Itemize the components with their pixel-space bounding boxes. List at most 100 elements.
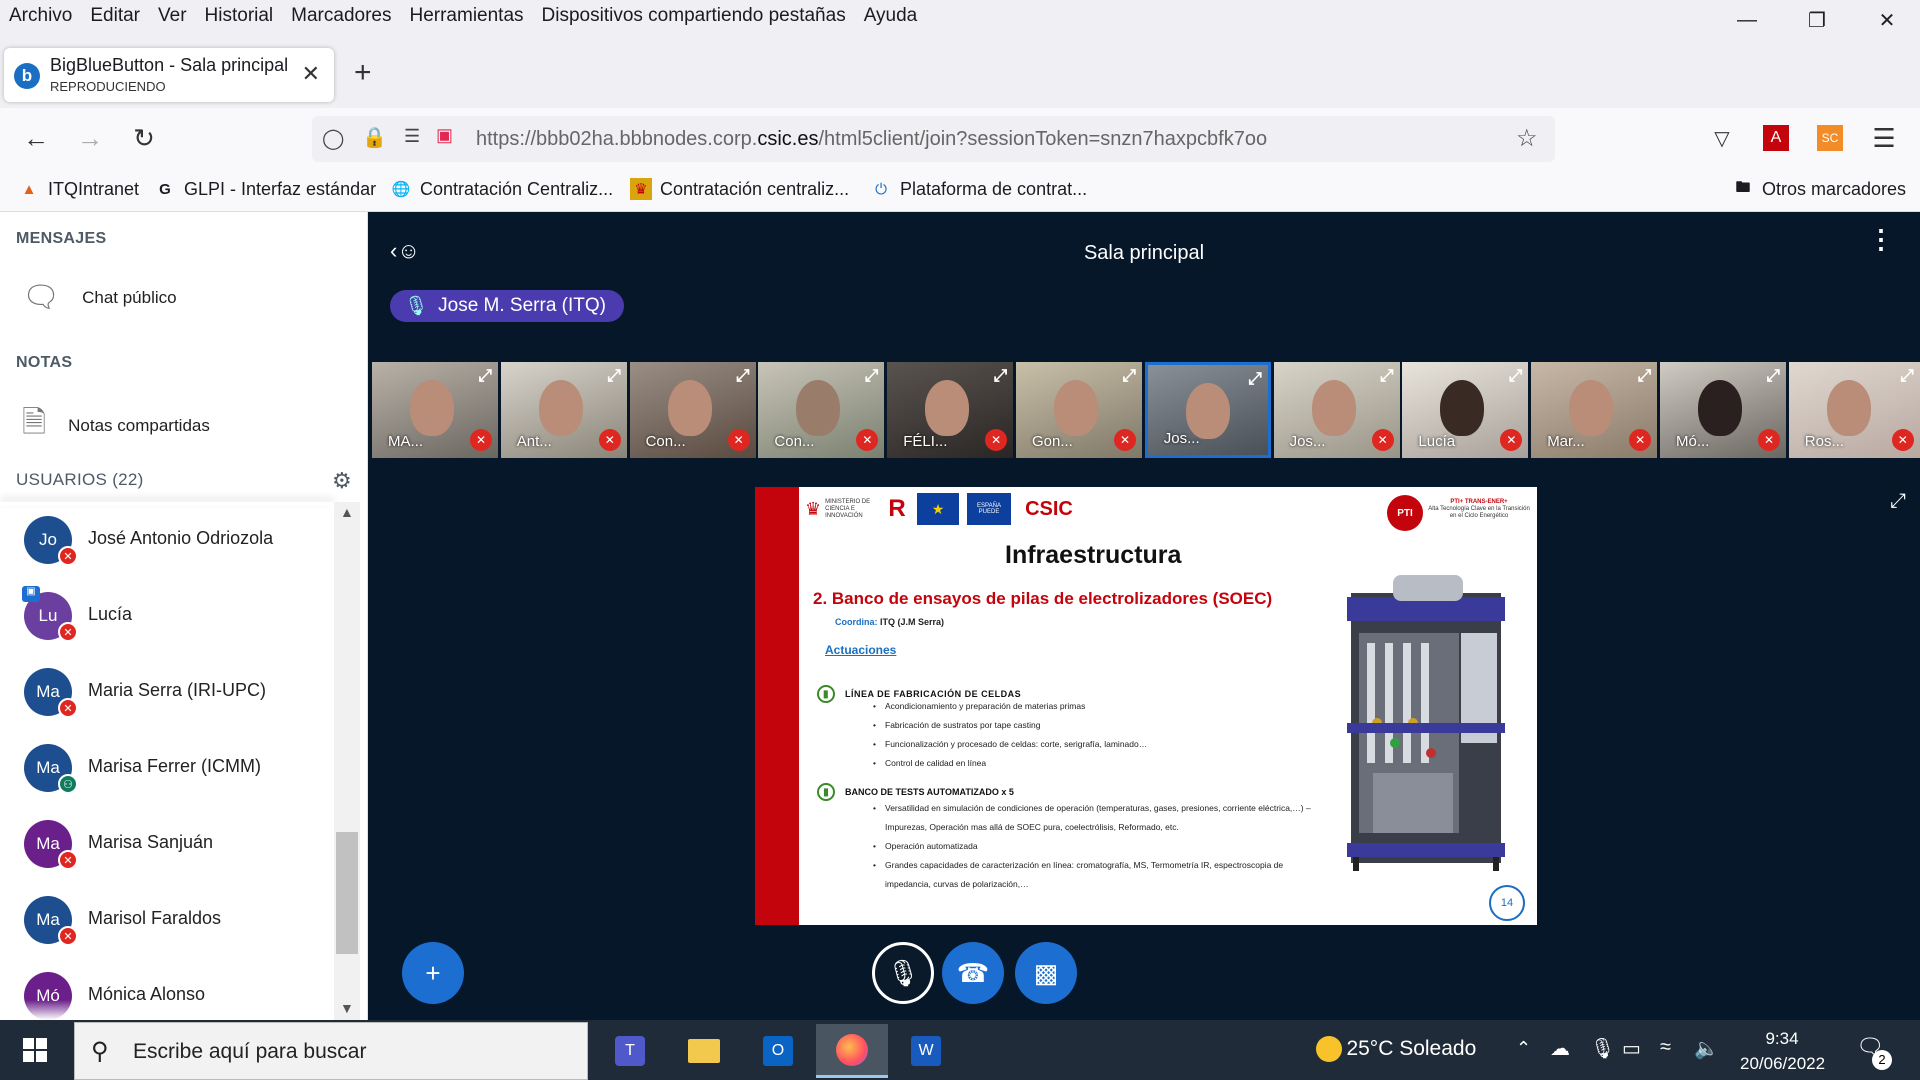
video-name[interactable]: Mó... [1676, 433, 1709, 450]
reload-button[interactable]: ↻ [126, 120, 162, 156]
expand-icon[interactable]: ⤢ [865, 366, 879, 386]
adobe-pdf-icon[interactable]: A [1758, 120, 1794, 156]
video-tile[interactable]: ⤢ MA... ✕ [372, 362, 498, 458]
hamburger-menu-icon[interactable]: ☰ [1866, 120, 1902, 156]
bookmark-itqintranet[interactable]: ▲ ITQIntranet [18, 178, 139, 200]
video-name[interactable]: MA... [388, 433, 423, 450]
file-explorer-icon[interactable] [668, 1024, 740, 1078]
menu-item-marcadores[interactable]: Marcadores [282, 5, 400, 27]
expand-icon[interactable]: ⤢ [1638, 366, 1652, 386]
video-name[interactable]: Lucía [1418, 433, 1455, 450]
pocket-icon[interactable]: ▽ [1704, 120, 1740, 156]
video-name[interactable]: Ros... [1805, 433, 1844, 450]
video-name[interactable]: Con... [646, 433, 686, 450]
video-tile[interactable]: ⤢ Mó... ✕ [1660, 362, 1786, 458]
video-tile[interactable]: ⤢ Ros... ✕ [1788, 362, 1920, 458]
camera-sharing-icon[interactable]: ▣ [436, 125, 453, 146]
firefox-app-icon[interactable] [816, 1024, 888, 1078]
video-tile[interactable]: ⤢ Con... ✕ [629, 362, 756, 458]
menu-item-editar[interactable]: Editar [81, 5, 149, 27]
user-item[interactable]: Ma ✕ Marisa Sanjuán [24, 814, 334, 874]
expand-icon[interactable]: ⤢ [1766, 366, 1780, 386]
lock-icon[interactable]: 🔒 [362, 125, 387, 150]
cloud-icon[interactable]: ☁ [1550, 1036, 1570, 1061]
video-tile-active[interactable]: ⤢ Jos... [1144, 362, 1271, 458]
user-item[interactable]: Ma ✕ Maria Serra (IRI-UPC) [24, 662, 334, 722]
menu-item-herramientas[interactable]: Herramientas [400, 5, 532, 27]
options-menu-icon[interactable]: ⋮ [1868, 226, 1894, 252]
video-tile[interactable]: ⤢ FÉLI... ✕ [887, 362, 1014, 458]
talking-indicator[interactable]: 🎙 Jose M. Serra (ITQ) [390, 290, 624, 322]
microphone-tray-icon[interactable]: 🎙 [1590, 1036, 1615, 1061]
bookmark-star-icon[interactable]: ☆ [1516, 124, 1538, 153]
expand-icon[interactable]: ⤢ [1248, 369, 1262, 389]
shield-icon[interactable]: ◯ [322, 126, 344, 151]
other-bookmarks[interactable]: 🖿 Otros marcadores [1732, 178, 1906, 200]
word-app-icon[interactable]: W [890, 1024, 962, 1078]
weather-widget[interactable]: 25°C Soleado [1316, 1036, 1476, 1062]
bookmark-contratacion-1[interactable]: 🌐 Contratación Centraliz... [390, 178, 613, 200]
mute-microphone-button[interactable]: 🎙 [872, 942, 934, 1004]
phone-audio-button[interactable]: ☎ [942, 942, 1004, 1004]
menu-item-dispositivos-compartiendo-pestañas[interactable]: Dispositivos compartiendo pestañas [533, 5, 855, 27]
close-tab-icon[interactable]: ✕ [302, 61, 320, 87]
user-item[interactable]: Ma ✕ Marisol Faraldos [24, 890, 334, 950]
video-tile[interactable]: ⤢ Mar... ✕ [1531, 362, 1658, 458]
volume-icon[interactable]: 🔈 [1694, 1036, 1719, 1061]
scroll-down-icon[interactable]: ▼ [340, 1000, 354, 1016]
public-chat-item[interactable]: 🗨 Chat público [22, 280, 177, 315]
video-tile[interactable]: ⤢ Ant... ✕ [500, 362, 627, 458]
expand-icon[interactable]: ⤢ [1122, 366, 1136, 386]
menu-item-ayuda[interactable]: Ayuda [855, 5, 927, 27]
video-tile[interactable]: ⤢ Con... ✕ [758, 362, 885, 458]
menu-item-ver[interactable]: Ver [149, 5, 196, 27]
back-button[interactable]: ← [18, 120, 54, 156]
bookmark-plataforma[interactable]: ⏻ Plataforma de contrat... [870, 178, 1087, 200]
new-tab-button[interactable]: + [354, 56, 372, 90]
bookmark-contratacion-2[interactable]: ♛ Contratación centraliz... [630, 178, 849, 200]
video-name[interactable]: Gon... [1032, 433, 1073, 450]
expand-icon[interactable]: ⤢ [994, 366, 1008, 386]
video-name[interactable]: Mar... [1547, 433, 1585, 450]
video-name[interactable]: Jos... [1290, 433, 1326, 450]
expand-icon[interactable]: ⤢ [478, 366, 492, 386]
clock[interactable]: 9:34 20/06/2022 [1740, 1026, 1825, 1076]
wifi-icon[interactable]: ≈ [1660, 1036, 1671, 1059]
expand-icon[interactable]: ⤢ [1900, 366, 1914, 386]
users-scrollbar[interactable]: ▲ ▼ [334, 502, 360, 1020]
user-item[interactable]: Ma ⚇ Marisa Ferrer (ICMM) [24, 738, 334, 798]
expand-icon[interactable]: ⤢ [736, 366, 750, 386]
taskbar-search[interactable]: ⚲ Escribe aquí para buscar [74, 1022, 588, 1080]
expand-icon[interactable]: ⤢ [607, 366, 621, 386]
video-name[interactable]: Ant... [517, 433, 552, 450]
scroll-up-icon[interactable]: ▲ [340, 504, 354, 520]
video-name[interactable]: Jos... [1164, 430, 1200, 447]
video-tile[interactable]: ⤢ Lucía ✕ [1402, 362, 1529, 458]
url-text[interactable]: https://bbb02ha.bbbnodes.corp.csic.es/ht… [476, 128, 1267, 151]
actions-plus-button[interactable]: + [402, 942, 464, 1004]
windows-start-button[interactable] [0, 1020, 70, 1080]
permissions-icon[interactable]: ☰ [404, 126, 420, 147]
url-bar[interactable]: ◯ 🔒 ☰ ▣ https://bbb02ha.bbbnodes.corp.cs… [312, 116, 1555, 162]
sc-extension-icon[interactable]: SC [1812, 120, 1848, 156]
user-item[interactable]: Jo ✕ José Antonio Odriozola [24, 510, 334, 570]
video-name[interactable]: FÉLI... [903, 433, 947, 450]
fullscreen-icon[interactable]: ⤢ [1890, 490, 1906, 513]
battery-icon[interactable]: ▭ [1622, 1036, 1641, 1061]
menu-item-historial[interactable]: Historial [196, 5, 283, 27]
forward-button[interactable]: → [72, 120, 108, 156]
expand-icon[interactable]: ⤢ [1509, 366, 1523, 386]
bookmark-glpi[interactable]: G GLPI - Interfaz estándar [154, 178, 376, 200]
user-item[interactable]: ▣ Lu ✕ Lucía [22, 586, 334, 646]
tab-bigbluebutton[interactable]: b BigBlueButton - Sala principal REPRODU… [4, 48, 334, 102]
camera-button[interactable]: ▩ [1015, 942, 1077, 1004]
teams-app-icon[interactable]: T [594, 1024, 666, 1078]
video-tile[interactable]: ⤢ Gon... ✕ [1016, 362, 1142, 458]
scrollbar-thumb[interactable] [336, 832, 358, 954]
video-name[interactable]: Con... [774, 433, 814, 450]
show-hidden-icons-icon[interactable]: ⌃ [1516, 1038, 1531, 1059]
menu-item-archivo[interactable]: Archivo [0, 5, 81, 27]
shared-notes-item[interactable]: 🗎 Notas compartidas [22, 400, 210, 451]
video-tile[interactable]: ⤢ Jos... ✕ [1273, 362, 1400, 458]
outlook-app-icon[interactable]: O [742, 1024, 814, 1078]
